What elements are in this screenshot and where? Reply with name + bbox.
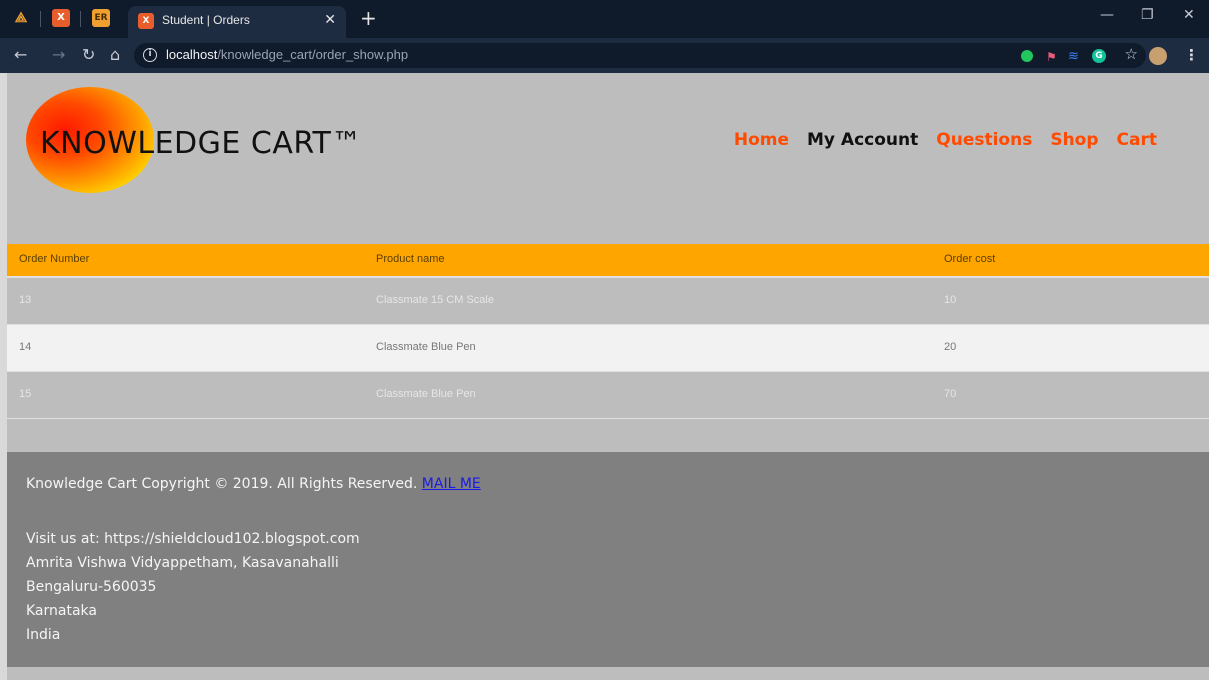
nav-home[interactable]: Home — [734, 130, 789, 150]
extension-green-icon[interactable] — [1021, 50, 1033, 62]
reload-icon[interactable]: ↻ — [82, 45, 95, 64]
header-order-number: Order Number — [19, 253, 90, 265]
top-nav: Home My Account Questions Shop Cart — [734, 130, 1157, 150]
order-number: 14 — [19, 341, 32, 353]
close-icon[interactable]: ✕ — [324, 12, 336, 28]
menu-kebab-icon[interactable]: ⋮ — [1184, 46, 1199, 64]
site-logo[interactable]: KNOWLEDGE CART™ — [40, 126, 362, 161]
forward-icon[interactable]: → — [52, 45, 65, 64]
close-window-icon[interactable]: ✕ — [1183, 7, 1195, 23]
grammarly-icon[interactable]: G — [1092, 49, 1106, 63]
tab-title: Student | Orders — [162, 13, 250, 27]
address-bar[interactable]: i localhost/knowledge_cart/order_show.ph… — [134, 43, 1146, 68]
mail-me-link[interactable]: MAIL ME — [422, 476, 481, 492]
order-number: 13 — [19, 294, 32, 306]
tab-separator — [40, 11, 41, 27]
table-header: Order Number Product name Order cost — [7, 244, 1209, 278]
footer-copyright: Knowledge Cart Copyright © 2019. All Rig… — [26, 476, 481, 492]
bookmark-star-icon[interactable]: ☆ — [1125, 45, 1138, 63]
xampp-icon[interactable]: X — [52, 9, 70, 27]
tab-active[interactable]: X Student | Orders ✕ — [128, 6, 346, 38]
order-cost: 20 — [944, 341, 957, 353]
order-cost: 70 — [944, 388, 957, 400]
url-host: localhost — [166, 47, 218, 62]
back-icon[interactable]: ← — [14, 45, 27, 64]
table-row: 15 Classmate Blue Pen 70 — [7, 372, 1209, 419]
restore-icon[interactable]: ❐ — [1141, 7, 1154, 23]
footer-address-line: India — [26, 627, 61, 643]
footer-address-line: Bengaluru-560035 — [26, 579, 157, 595]
info-icon[interactable]: i — [143, 48, 157, 62]
url-text[interactable]: localhost/knowledge_cart/order_show.php — [166, 47, 408, 62]
xampp-icon: X — [138, 13, 154, 29]
flag-icon[interactable]: ⚑ — [1046, 50, 1057, 64]
nav-cart[interactable]: Cart — [1117, 130, 1157, 150]
header-product-name: Product name — [376, 253, 445, 265]
nav-my-account[interactable]: My Account — [807, 130, 918, 150]
profile-avatar[interactable] — [1149, 47, 1167, 65]
er-icon[interactable]: ER — [92, 9, 110, 27]
web-page: KNOWLEDGE CART™ Home My Account Question… — [7, 73, 1209, 680]
product-name: Classmate Blue Pen — [376, 341, 476, 353]
header-order-cost: Order cost — [944, 253, 996, 265]
extension-blue-icon[interactable]: ≋ — [1068, 49, 1079, 64]
table-row: 13 Classmate 15 CM Scale 10 — [7, 278, 1209, 325]
minimize-icon[interactable]: — — [1100, 7, 1114, 23]
nav-shop[interactable]: Shop — [1050, 130, 1098, 150]
table-row: 14 Classmate Blue Pen 20 — [7, 325, 1209, 372]
site-footer: Knowledge Cart Copyright © 2019. All Rig… — [7, 452, 1209, 667]
footer-address-line: Amrita Vishwa Vidyappetham, Kasavanahall… — [26, 555, 339, 571]
order-number: 15 — [19, 388, 32, 400]
new-tab-icon[interactable]: + — [360, 6, 377, 30]
tab-separator — [80, 11, 81, 27]
nav-questions[interactable]: Questions — [936, 130, 1032, 150]
app-icon[interactable]: ⟁ — [12, 9, 30, 27]
url-path: /knowledge_cart/order_show.php — [217, 47, 409, 62]
copyright-text: Knowledge Cart Copyright © 2019. All Rig… — [26, 476, 418, 492]
product-name: Classmate Blue Pen — [376, 388, 476, 400]
browser-tabstrip: ⟁ X ER X Student | Orders ✕ + — ❐ ✕ — [0, 0, 1209, 38]
order-cost: 10 — [944, 294, 957, 306]
footer-address-line: Karnataka — [26, 603, 97, 619]
product-name: Classmate 15 CM Scale — [376, 294, 494, 306]
footer-visit: Visit us at: https://shieldcloud102.blog… — [26, 531, 360, 547]
orders-table: Order Number Product name Order cost 13 … — [7, 244, 1209, 419]
home-icon[interactable]: ⌂ — [110, 45, 120, 64]
